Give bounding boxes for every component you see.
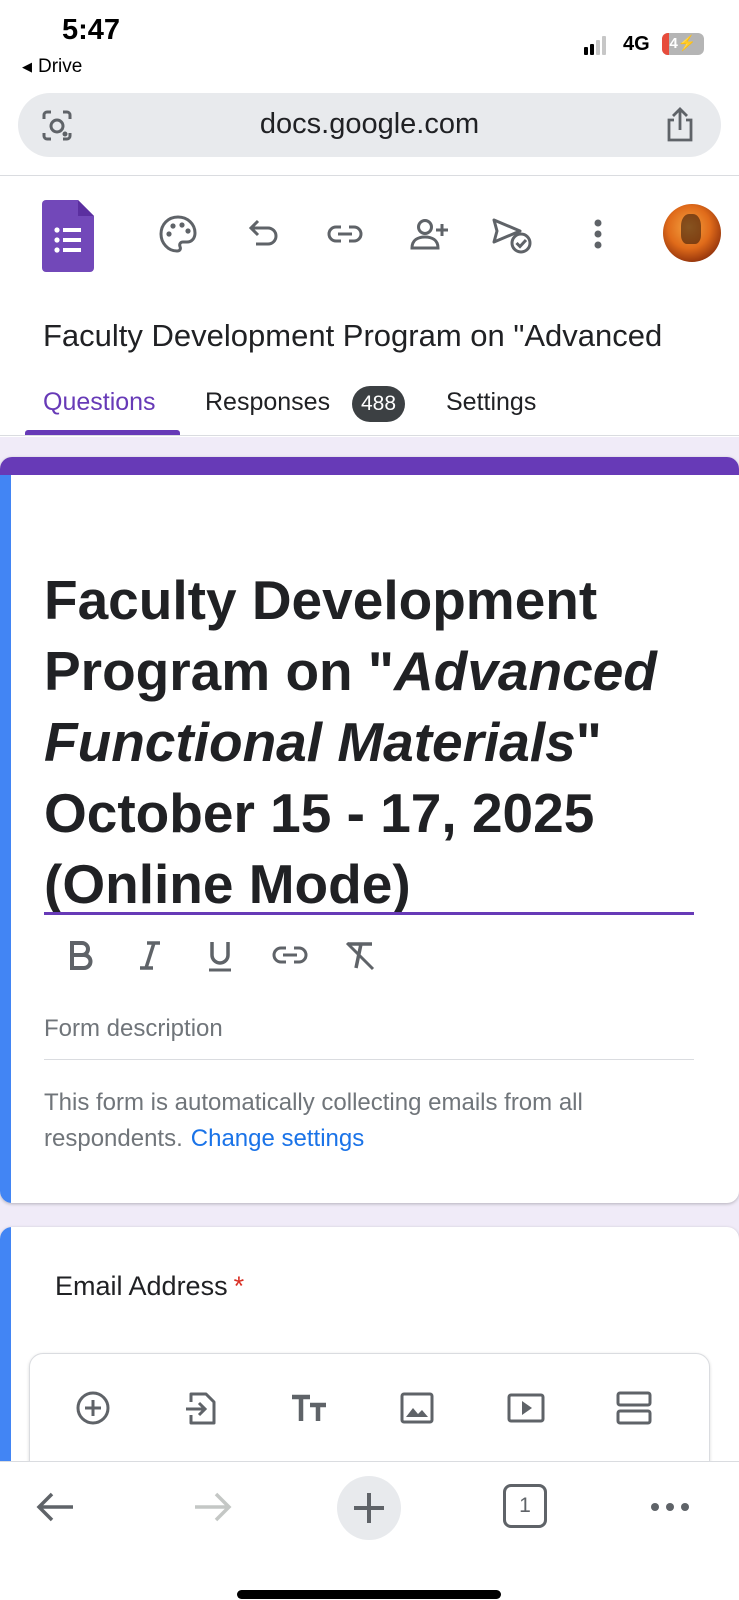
question-title: Email Address *: [55, 1271, 244, 1302]
insert-link-icon[interactable]: [270, 935, 310, 975]
add-title-icon[interactable]: [289, 1388, 329, 1428]
form-editor-area: Faculty Development Program on "Advanced…: [0, 437, 739, 1461]
underline-icon[interactable]: [200, 935, 240, 975]
home-indicator: [237, 1590, 501, 1599]
palette-icon[interactable]: [158, 214, 198, 254]
card-focus-indicator: [0, 1227, 11, 1461]
title-line-3: ": [575, 711, 602, 773]
title-line-3-italic: Functional Materials: [44, 711, 576, 773]
title-line-2-italic: Advanced: [394, 640, 657, 702]
add-collaborator-icon[interactable]: [409, 214, 449, 254]
card-focus-indicator: [0, 475, 11, 1203]
address-bar[interactable]: docs.google.com: [18, 93, 721, 157]
add-section-icon[interactable]: [614, 1388, 654, 1428]
tab-questions[interactable]: Questions: [43, 388, 156, 417]
title-line-2: Program on ": [44, 640, 395, 702]
active-tab-indicator: [25, 430, 180, 435]
required-asterisk: *: [233, 1271, 245, 1301]
floating-action-bar: [29, 1353, 710, 1461]
title-focus-underline: [44, 912, 694, 915]
battery-icon: 4⚡: [662, 33, 704, 55]
account-avatar[interactable]: [663, 204, 721, 262]
add-question-icon[interactable]: [73, 1388, 113, 1428]
back-icon[interactable]: [33, 1484, 79, 1530]
back-to-app-link[interactable]: ◀ Drive: [22, 56, 82, 78]
title-line-4: October 15 - 17, 2025: [44, 782, 595, 844]
forward-icon[interactable]: [189, 1484, 235, 1530]
charging-bolt-icon: ⚡: [677, 35, 697, 52]
form-description-input[interactable]: Form description: [44, 1015, 223, 1043]
form-title-input[interactable]: Faculty Development Program on "Advanced…: [44, 565, 694, 920]
new-tab-button[interactable]: [337, 1476, 401, 1540]
menu-more-icon[interactable]: [647, 1484, 693, 1530]
back-app-label: Drive: [38, 56, 83, 77]
status-bar: 5:47 ◀ Drive 4G 4⚡: [0, 0, 739, 86]
description-underline: [44, 1059, 694, 1060]
plus-icon: [354, 1493, 384, 1523]
forms-toolbar: [0, 200, 739, 272]
title-line-5: (Online Mode): [44, 853, 411, 915]
back-triangle-icon: ◀: [22, 59, 32, 74]
email-collection-note: This form is automatically collecting em…: [44, 1085, 694, 1157]
send-icon[interactable]: [492, 214, 532, 254]
tab-switcher-button[interactable]: 1: [503, 1484, 547, 1528]
undo-icon[interactable]: [242, 214, 282, 254]
tab-responses[interactable]: Responses: [205, 388, 330, 417]
signal-icon: [584, 36, 606, 55]
share-icon[interactable]: [663, 107, 697, 143]
tab-settings[interactable]: Settings: [446, 388, 536, 417]
url-text[interactable]: docs.google.com: [18, 108, 721, 141]
status-time: 5:47: [62, 14, 121, 46]
battery-level: 4: [669, 35, 678, 52]
change-settings-link[interactable]: Change settings: [191, 1125, 364, 1152]
add-image-icon[interactable]: [397, 1388, 437, 1428]
google-forms-logo[interactable]: [42, 200, 94, 272]
title-line-1: Faculty Development: [44, 569, 598, 631]
browser-bottom-bar: 1: [0, 1461, 739, 1600]
document-title: Faculty Development Program on "Advanced: [43, 318, 663, 353]
card-accent-top: [0, 457, 739, 475]
tab-bar: Questions Responses 488 Settings: [0, 380, 739, 436]
more-options-icon[interactable]: [578, 214, 618, 254]
link-icon[interactable]: [325, 214, 365, 254]
bold-icon[interactable]: [60, 935, 100, 975]
question-card[interactable]: Email Address *: [0, 1227, 739, 1461]
import-questions-icon[interactable]: [181, 1388, 221, 1428]
clear-format-icon[interactable]: [340, 935, 380, 975]
form-header-card[interactable]: Faculty Development Program on "Advanced…: [0, 457, 739, 1203]
add-video-icon[interactable]: [506, 1388, 546, 1428]
question-label: Email Address: [55, 1271, 228, 1301]
network-type: 4G: [623, 33, 650, 55]
italic-icon[interactable]: [130, 935, 170, 975]
divider: [0, 175, 739, 176]
responses-count-badge: 488: [352, 386, 405, 422]
